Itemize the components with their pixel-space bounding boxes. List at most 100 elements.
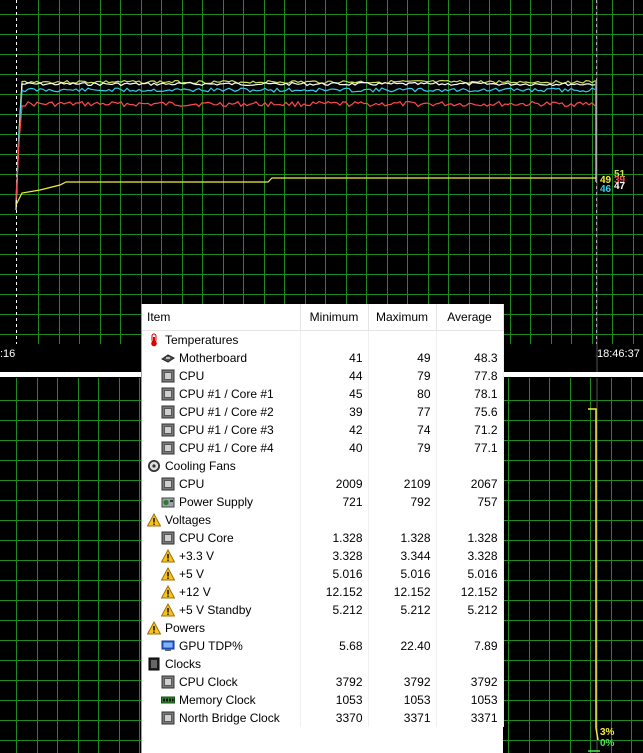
sensor-row[interactable]: +5 V Standby 5.212 5.212 5.212 bbox=[142, 601, 504, 619]
maximum-cell: 1.328 bbox=[368, 529, 437, 547]
minimum-cell: 3370 bbox=[300, 709, 369, 727]
table-header-row: Item Minimum Maximum Average bbox=[142, 304, 504, 331]
maximum-cell: 3792 bbox=[368, 673, 437, 691]
sensor-row[interactable]: CPU Clock 3792 3792 3792 bbox=[142, 673, 504, 691]
sensor-row[interactable]: +12 V 12.152 12.152 12.152 bbox=[142, 583, 504, 601]
minimum-cell: 42 bbox=[300, 421, 369, 439]
usage-end-value: 0% bbox=[600, 738, 615, 749]
average-cell: 7.89 bbox=[436, 637, 504, 655]
maximum-cell: 12.152 bbox=[368, 583, 437, 601]
sensor-group-row[interactable]: Temperatures bbox=[142, 330, 504, 349]
sensor-row[interactable]: Power Supply 721 792 757 bbox=[142, 493, 504, 511]
sensor-row[interactable]: CPU 44 79 77.8 bbox=[142, 367, 504, 385]
empty-cell bbox=[436, 457, 504, 475]
column-header-item[interactable]: Item bbox=[142, 304, 301, 331]
average-cell: 75.6 bbox=[436, 403, 504, 421]
sensor-row[interactable]: Motherboard 41 49 48.3 bbox=[142, 349, 504, 367]
sensor-name-cell: GPU TDP% bbox=[142, 637, 301, 655]
sensor-label: North Bridge Clock bbox=[179, 711, 280, 725]
minimum-cell: 41 bbox=[300, 349, 369, 367]
sensor-row[interactable]: CPU 2009 2109 2067 bbox=[142, 475, 504, 493]
warning-icon bbox=[146, 512, 162, 527]
sensor-row[interactable]: CPU Core 1.328 1.328 1.328 bbox=[142, 529, 504, 547]
minimum-cell: 5.68 bbox=[300, 637, 369, 655]
chip-icon bbox=[161, 423, 175, 437]
warning-icon bbox=[160, 548, 176, 563]
sensor-name-cell: CPU #1 / Core #4 bbox=[142, 439, 301, 457]
empty-cell bbox=[300, 330, 369, 349]
empty-cell bbox=[368, 655, 437, 673]
column-header-minimum[interactable]: Minimum bbox=[300, 304, 369, 331]
empty-cell bbox=[436, 619, 504, 637]
sensor-row[interactable]: Memory Clock 1053 1053 1053 bbox=[142, 691, 504, 709]
average-cell: 1.328 bbox=[436, 529, 504, 547]
sensor-name-cell: CPU bbox=[142, 475, 301, 493]
sensor-group-row[interactable]: Cooling Fans bbox=[142, 457, 504, 475]
average-cell: 3792 bbox=[436, 673, 504, 691]
sensor-group-row[interactable]: Powers bbox=[142, 619, 504, 637]
maximum-cell: 2109 bbox=[368, 475, 437, 493]
sensor-row[interactable]: CPU #1 / Core #4 40 79 77.1 bbox=[142, 439, 504, 457]
maximum-cell: 5.016 bbox=[368, 565, 437, 583]
sensor-label: CPU #1 / Core #2 bbox=[179, 405, 274, 419]
sensor-name-cell: +5 V bbox=[142, 565, 301, 583]
average-cell: 1053 bbox=[436, 691, 504, 709]
sensor-row[interactable]: +5 V 5.016 5.016 5.016 bbox=[142, 565, 504, 583]
graph-time-right: 18:46:37 bbox=[597, 348, 640, 360]
sensor-label: CPU #1 / Core #4 bbox=[179, 441, 274, 455]
sensor-row[interactable]: GPU TDP% 5.68 22.40 7.89 bbox=[142, 637, 504, 655]
empty-cell bbox=[368, 619, 437, 637]
fan-icon bbox=[147, 459, 161, 473]
column-header-average[interactable]: Average bbox=[436, 304, 504, 331]
sensor-label: +5 V bbox=[179, 567, 205, 581]
minimum-cell: 5.016 bbox=[300, 565, 369, 583]
minimum-cell: 5.212 bbox=[300, 601, 369, 619]
minimum-cell: 3.328 bbox=[300, 547, 369, 565]
graph-time-left: :16 bbox=[0, 348, 16, 360]
minimum-cell: 12.152 bbox=[300, 583, 369, 601]
sensor-row[interactable]: North Bridge Clock 3370 3371 3371 bbox=[142, 709, 504, 727]
average-cell: 5.016 bbox=[436, 565, 504, 583]
warning-icon bbox=[160, 602, 176, 617]
sensor-row[interactable]: CPU #1 / Core #1 45 80 78.1 bbox=[142, 385, 504, 403]
sensor-name-cell: +5 V Standby bbox=[142, 601, 301, 619]
empty-cell bbox=[436, 330, 504, 349]
sensor-row[interactable]: CPU #1 / Core #2 39 77 75.6 bbox=[142, 403, 504, 421]
sensor-name-cell: +3.3 V bbox=[142, 547, 301, 565]
group-label: Voltages bbox=[165, 513, 212, 527]
empty-cell bbox=[368, 330, 437, 349]
statistics-panel: Item Minimum Maximum Average Temperature… bbox=[141, 304, 504, 753]
sensor-group-row[interactable]: Voltages bbox=[142, 511, 504, 529]
sensor-row[interactable]: +3.3 V 3.328 3.344 3.328 bbox=[142, 547, 504, 565]
maximum-cell: 22.40 bbox=[368, 637, 437, 655]
maximum-cell: 5.212 bbox=[368, 601, 437, 619]
empty-cell bbox=[300, 511, 369, 529]
group-label: Temperatures bbox=[165, 333, 239, 347]
maximum-cell: 79 bbox=[368, 367, 437, 385]
sensor-name-cell: CPU Core bbox=[142, 529, 301, 547]
sensor-row[interactable]: CPU #1 / Core #3 42 74 71.2 bbox=[142, 421, 504, 439]
sensor-group-row[interactable]: Clocks bbox=[142, 655, 504, 673]
minimum-cell: 2009 bbox=[300, 475, 369, 493]
warning-icon bbox=[160, 584, 176, 599]
maximum-cell: 80 bbox=[368, 385, 437, 403]
maximum-cell: 74 bbox=[368, 421, 437, 439]
warning-icon bbox=[146, 620, 162, 635]
group-name-cell: Voltages bbox=[142, 511, 301, 529]
average-cell: 77.1 bbox=[436, 439, 504, 457]
memory-icon bbox=[161, 693, 175, 707]
maximum-cell: 79 bbox=[368, 439, 437, 457]
sensor-label: CPU #1 / Core #1 bbox=[179, 387, 274, 401]
column-header-maximum[interactable]: Maximum bbox=[368, 304, 437, 331]
usage-end-value: 3% bbox=[600, 727, 615, 738]
maximum-cell: 3371 bbox=[368, 709, 437, 727]
sensor-name-cell: CPU #1 / Core #3 bbox=[142, 421, 301, 439]
sensor-label: +12 V bbox=[179, 585, 211, 599]
sensor-name-cell: Motherboard bbox=[142, 349, 301, 367]
minimum-cell: 1053 bbox=[300, 691, 369, 709]
empty-cell bbox=[300, 619, 369, 637]
sensor-name-cell: CPU #1 / Core #1 bbox=[142, 385, 301, 403]
empty-cell bbox=[436, 511, 504, 529]
empty-cell bbox=[300, 457, 369, 475]
average-cell: 48.3 bbox=[436, 349, 504, 367]
